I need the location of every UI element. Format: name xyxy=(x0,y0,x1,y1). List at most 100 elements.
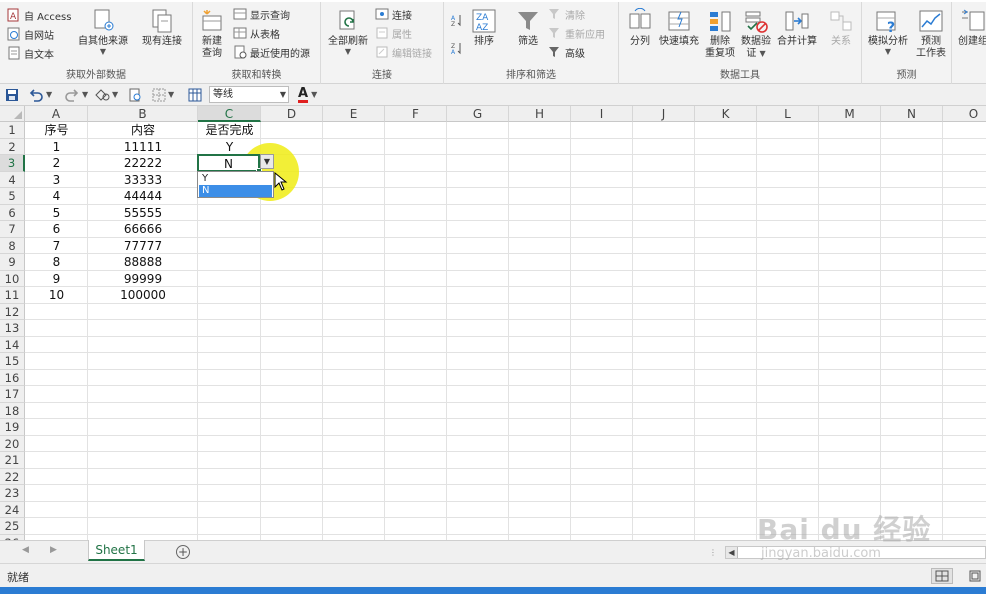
validation-dropdown-arrow[interactable]: ▼ xyxy=(260,154,274,169)
row-header-21[interactable]: 21 xyxy=(0,452,25,469)
chevron-down-icon[interactable]: ▼ xyxy=(112,91,118,99)
advanced-filter-button[interactable]: 高级 xyxy=(548,43,585,61)
sheet-tab-sheet1[interactable]: Sheet1 xyxy=(88,540,145,561)
row-header-2[interactable]: 2 xyxy=(0,138,25,155)
from-access-button[interactable]: A 自 Access xyxy=(7,6,71,24)
cell-b6[interactable]: 55555 xyxy=(88,205,198,221)
cell-a8[interactable]: 7 xyxy=(25,238,88,254)
forecast-sheet-button[interactable]: 预测 工作表 xyxy=(916,8,946,60)
chevron-down-icon[interactable]: ▼ xyxy=(168,91,174,99)
cell-a7[interactable]: 6 xyxy=(25,221,88,237)
column-header-d[interactable]: D xyxy=(261,106,323,122)
validation-dropdown-list[interactable]: Y N xyxy=(197,171,274,198)
column-header-c[interactable]: C xyxy=(198,106,261,122)
horizontal-scrollbar[interactable]: ◀ xyxy=(725,546,986,559)
cell-b1[interactable]: 内容 xyxy=(88,122,198,138)
chevron-down-icon[interactable]: ▼ xyxy=(82,91,88,99)
from-web-button[interactable]: 自网站 xyxy=(7,25,54,43)
row-header-19[interactable]: 19 xyxy=(0,419,25,436)
row-header-15[interactable]: 15 xyxy=(0,353,25,370)
column-header-j[interactable]: J xyxy=(633,106,695,122)
column-header-m[interactable]: M xyxy=(819,106,881,122)
redo-button[interactable]: ▼ xyxy=(64,87,88,103)
cell-a1[interactable]: 序号 xyxy=(25,122,88,138)
flash-fill-button[interactable]: 快速填充 xyxy=(659,8,699,48)
clear-filter-button[interactable]: 清除 xyxy=(548,5,585,23)
create-group-button[interactable]: 创建组 xyxy=(958,8,986,48)
row-header-24[interactable]: 24 xyxy=(0,501,25,518)
column-header-b[interactable]: B xyxy=(88,106,198,122)
cell-c10[interactable] xyxy=(198,271,261,287)
column-header-g[interactable]: G xyxy=(447,106,509,122)
cell-a5[interactable]: 4 xyxy=(25,188,88,204)
cell-a10[interactable]: 9 xyxy=(25,271,88,287)
from-table-button[interactable]: 从表格 xyxy=(233,24,280,42)
select-all-corner[interactable] xyxy=(0,106,25,122)
shapes-button[interactable]: ▼ xyxy=(94,87,118,103)
refresh-all-button[interactable]: 全部刷新 ▼ xyxy=(328,8,368,56)
cell-b11[interactable]: 100000 xyxy=(88,287,198,303)
page-layout-view-button[interactable] xyxy=(964,568,986,584)
cell-b3[interactable]: 22222 xyxy=(88,155,198,171)
remove-duplicates-button[interactable]: 删除 重复项 xyxy=(705,8,735,60)
cell-b7[interactable]: 66666 xyxy=(88,221,198,237)
properties-button[interactable]: 属性 xyxy=(375,24,412,42)
cell-b4[interactable]: 33333 xyxy=(88,172,198,188)
cell-a6[interactable]: 5 xyxy=(25,205,88,221)
cell-a2[interactable]: 1 xyxy=(25,139,88,155)
add-sheet-button[interactable]: + xyxy=(176,545,190,559)
table-format-button[interactable] xyxy=(188,87,202,103)
column-header-f[interactable]: F xyxy=(385,106,447,122)
row-header-17[interactable]: 17 xyxy=(0,386,25,403)
text-to-columns-button[interactable]: 分列 xyxy=(627,8,653,48)
save-button[interactable] xyxy=(5,87,19,103)
cell-c8[interactable] xyxy=(198,238,261,254)
row-header-7[interactable]: 7 xyxy=(0,221,25,238)
chevron-down-icon[interactable]: ▼ xyxy=(46,91,52,99)
borders-button[interactable]: ▼ xyxy=(152,87,174,103)
consolidate-button[interactable]: 合并计算 xyxy=(777,8,817,48)
row-header-5[interactable]: 5 xyxy=(0,188,25,205)
cell-b9[interactable]: 88888 xyxy=(88,254,198,270)
column-header-o[interactable]: O xyxy=(943,106,986,122)
row-header-20[interactable]: 20 xyxy=(0,435,25,452)
connections-button[interactable]: 连接 xyxy=(375,5,412,23)
sort-ascending-button[interactable]: AZ xyxy=(450,11,467,29)
recent-sources-button[interactable]: 最近使用的源 xyxy=(233,43,310,61)
row-header-3[interactable]: 3 xyxy=(0,155,25,172)
column-header-a[interactable]: A xyxy=(25,106,88,122)
cell-a3[interactable]: 2 xyxy=(25,155,88,171)
cell-b10[interactable]: 99999 xyxy=(88,271,198,287)
edit-links-button[interactable]: 编辑链接 xyxy=(375,43,432,61)
cell-a9[interactable]: 8 xyxy=(25,254,88,270)
from-text-button[interactable]: 自文本 xyxy=(7,44,54,62)
existing-connections-button[interactable]: 现有连接 xyxy=(142,8,182,48)
row-header-13[interactable]: 13 xyxy=(0,320,25,337)
prev-sheet-icon[interactable]: ◀ xyxy=(22,545,29,555)
cell-c7[interactable] xyxy=(198,221,261,237)
font-name-select[interactable]: 等线 ▼ xyxy=(209,86,289,103)
data-validation-button[interactable]: 数据验 证 ▼ xyxy=(741,8,771,60)
chevron-down-icon[interactable]: ▼ xyxy=(311,91,317,99)
row-header-1[interactable]: 1 xyxy=(0,122,25,139)
row-header-9[interactable]: 9 xyxy=(0,254,25,271)
tab-split-handle[interactable]: ⋮ xyxy=(709,548,717,557)
row-header-22[interactable]: 22 xyxy=(0,468,25,485)
print-preview-button[interactable] xyxy=(128,87,142,103)
sort-descending-button[interactable]: ZA xyxy=(450,39,467,57)
row-header-11[interactable]: 11 xyxy=(0,287,25,304)
column-header-k[interactable]: K xyxy=(695,106,757,122)
row-header-12[interactable]: 12 xyxy=(0,303,25,320)
normal-view-button[interactable] xyxy=(931,568,953,584)
font-color-button[interactable]: A ▼ xyxy=(298,87,317,103)
sort-button[interactable]: ZA AZ 排序 xyxy=(471,8,497,48)
new-query-button[interactable]: 新建 查询 xyxy=(199,8,225,60)
row-header-8[interactable]: 8 xyxy=(0,237,25,254)
cell-c11[interactable] xyxy=(198,287,261,303)
row-header-18[interactable]: 18 xyxy=(0,402,25,419)
next-sheet-icon[interactable]: ▶ xyxy=(50,545,57,555)
row-header-4[interactable]: 4 xyxy=(0,171,25,188)
cell-b5[interactable]: 44444 xyxy=(88,188,198,204)
row-header-6[interactable]: 6 xyxy=(0,204,25,221)
row-header-23[interactable]: 23 xyxy=(0,485,25,502)
